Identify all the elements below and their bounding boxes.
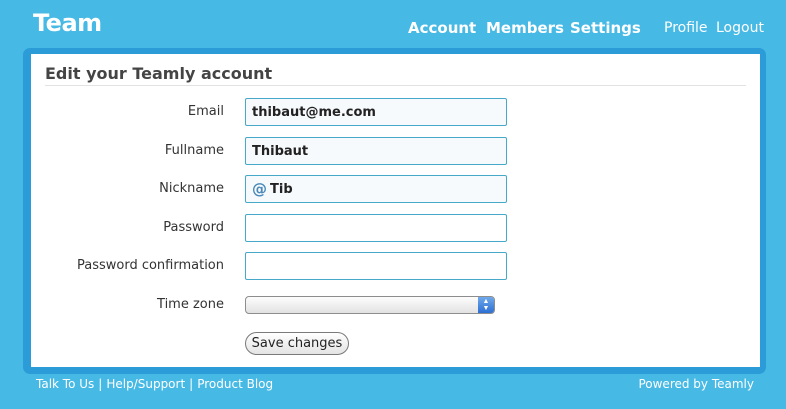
fullname-label: Fullname	[164, 143, 224, 158]
email-label: Email	[187, 104, 224, 119]
footer-links: Talk To Us | Help/Support | Product Blog	[36, 377, 273, 391]
form-title: Edit your Teamly account	[45, 64, 273, 83]
nickname-row: Nickname @ Tib	[31, 175, 760, 203]
nickname-label: Nickname	[159, 181, 224, 196]
footer-separator: |	[98, 377, 103, 391]
nickname-field[interactable]: @ Tib	[245, 175, 507, 203]
nav-profile[interactable]: Profile	[664, 20, 708, 36]
time-zone-label: Time zone	[157, 297, 224, 312]
select-arrows-icon[interactable]: ▲ ▼	[478, 297, 494, 313]
nav-logout[interactable]: Logout	[716, 20, 764, 36]
nickname-value: Tib	[270, 181, 293, 197]
password-row: Password	[31, 214, 760, 242]
footer-link-blog[interactable]: Product Blog	[197, 377, 273, 391]
footer-link-talk[interactable]: Talk To Us	[36, 377, 94, 391]
fullname-row: Fullname Thibaut	[31, 137, 760, 165]
time-zone-row: Time zone ▲ ▼	[31, 292, 760, 320]
at-icon: @	[252, 180, 267, 198]
save-changes-button[interactable]: Save changes	[245, 332, 349, 355]
password-label: Password	[163, 220, 224, 235]
time-zone-select[interactable]: ▲ ▼	[245, 296, 495, 314]
fullname-value: Thibaut	[252, 143, 309, 159]
powered-by[interactable]: Powered by Teamly	[638, 377, 754, 391]
email-field[interactable]: thibaut@me.com	[245, 98, 507, 126]
footer-separator: |	[189, 377, 194, 391]
account-form-panel: Edit your Teamly account Email thibaut@m…	[31, 54, 760, 367]
password-confirmation-label: Password confirmation	[76, 258, 224, 273]
title-divider	[45, 85, 746, 86]
email-value: thibaut@me.com	[252, 104, 376, 120]
password-confirmation-row: Password confirmation	[31, 252, 760, 280]
nav-account[interactable]: Account	[408, 19, 476, 37]
brand-logo[interactable]: Team	[33, 9, 102, 37]
fullname-field[interactable]: Thibaut	[245, 137, 507, 165]
nav-members[interactable]: Members	[486, 19, 564, 37]
email-row: Email thibaut@me.com	[31, 98, 760, 126]
password-field[interactable]	[245, 214, 507, 242]
password-confirmation-field[interactable]	[245, 252, 507, 280]
footer-link-help[interactable]: Help/Support	[106, 377, 185, 391]
nav-settings[interactable]: Settings	[570, 19, 641, 37]
